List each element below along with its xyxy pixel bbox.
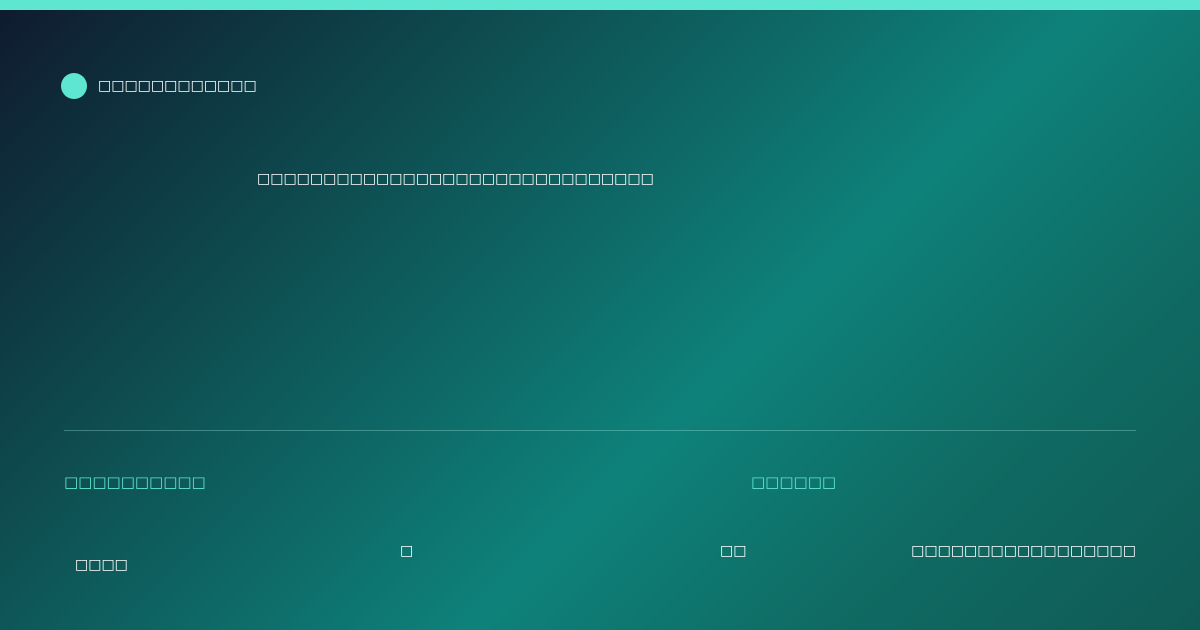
footer-text-4: □□□□□□□□□□□□□□□□□ [911, 543, 1136, 559]
footer-text-2: □ [400, 543, 414, 559]
footer-text-1: □□□□ [75, 557, 128, 573]
meta-label-right: □□□□□□ [751, 473, 837, 491]
divider [64, 430, 1136, 431]
brand: □□□□□□□□□□□□ [61, 73, 257, 99]
brand-logo-dot-icon [61, 73, 87, 99]
headline: □□□□□□□□□□□□□□□□□□□□□□□□□□□□□□ [257, 171, 654, 187]
brand-name: □□□□□□□□□□□□ [98, 78, 257, 94]
top-accent-bar [0, 0, 1200, 10]
meta-label-left: □□□□□□□□□□ [64, 473, 206, 491]
footer-text-3: □□ [720, 543, 747, 559]
